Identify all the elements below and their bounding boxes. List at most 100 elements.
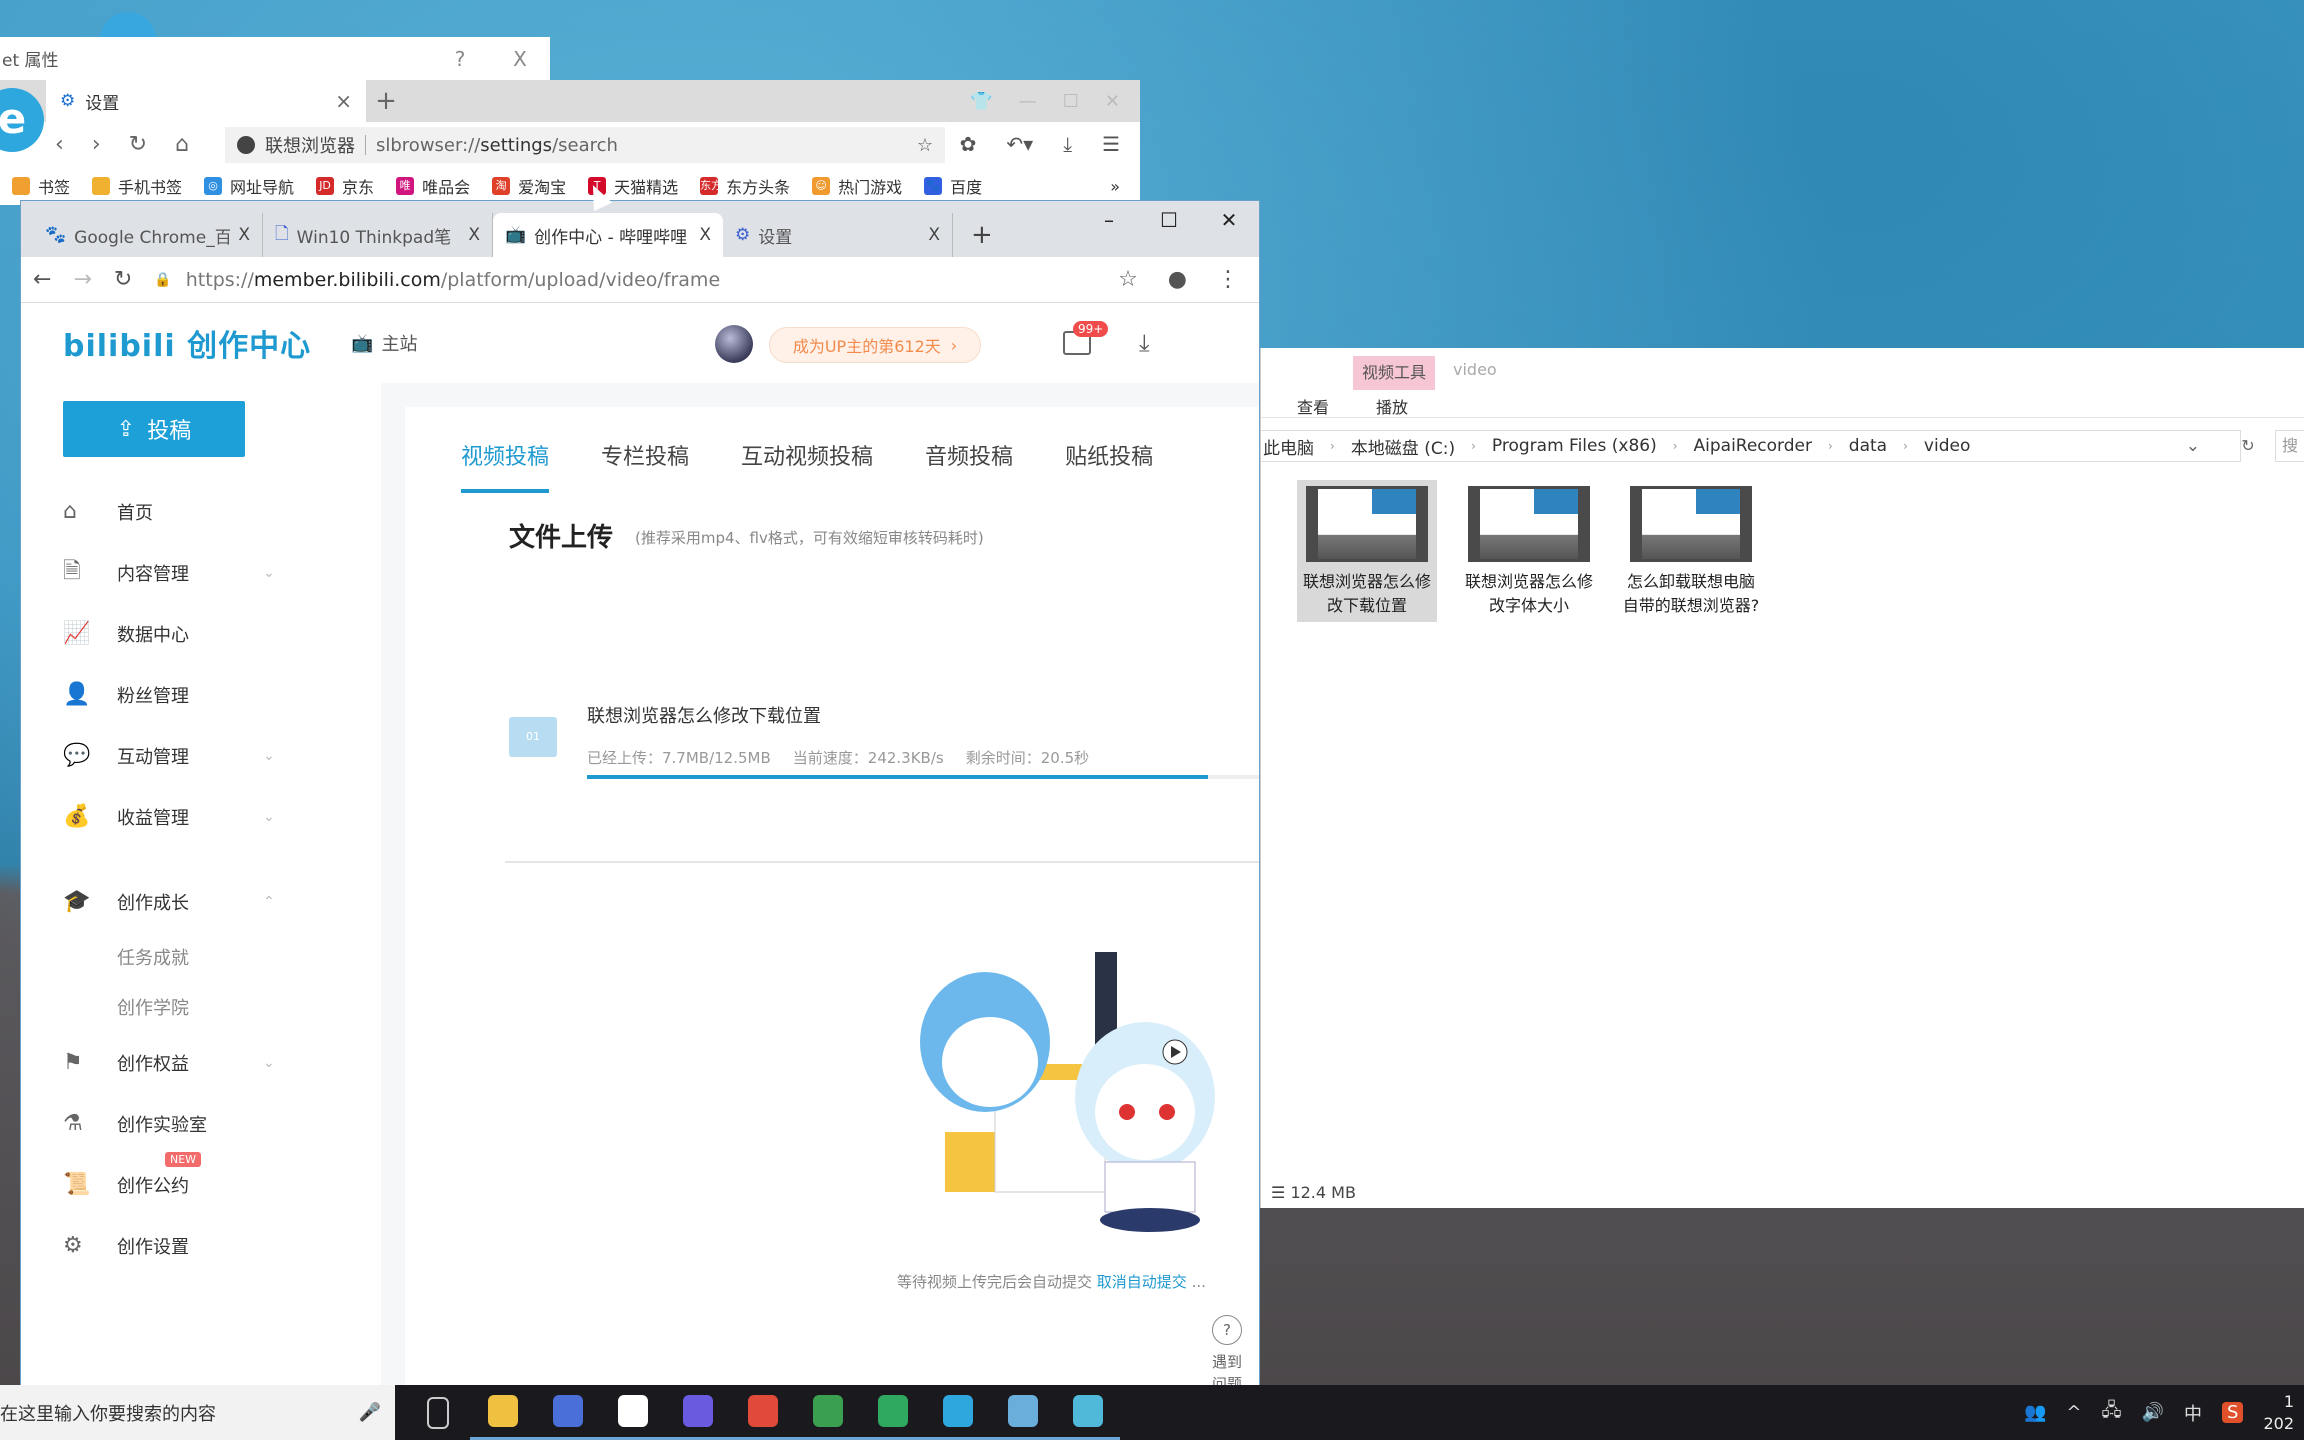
file-item[interactable]: 怎么卸载联想电脑自带的联想浏览器? (1621, 480, 1761, 622)
bookmark-item[interactable]: 手机书签 (92, 174, 182, 198)
tab-close-icon[interactable]: X (928, 225, 940, 245)
sidebar-item[interactable]: 👤 粉丝管理 (63, 664, 283, 725)
taskbar-app-screen-recorder[interactable] (665, 1385, 730, 1440)
breadcrumb-item[interactable]: AipaiRecorder (1694, 436, 1812, 456)
post-type-tab[interactable]: 互动视频投稿 (741, 439, 873, 471)
refresh-icon[interactable]: ↻ (2233, 430, 2263, 462)
tray-chevron-icon[interactable]: ^ (2066, 1402, 2081, 1423)
close-button[interactable]: ✕ (1199, 201, 1259, 241)
post-type-tab[interactable]: 贴纸投稿 (1065, 439, 1153, 471)
avatar[interactable] (715, 325, 753, 363)
taskbar-app-baidu-netdisk[interactable] (600, 1385, 665, 1440)
chrome-tab[interactable]: 🐾 Google Chrome_百 X (33, 213, 263, 257)
back-button[interactable]: ‹ (55, 132, 64, 157)
tab-close-icon[interactable]: X (468, 225, 480, 245)
bookmark-item[interactable]: ☺ 热门游戏 (812, 174, 902, 198)
post-type-tab[interactable]: 视频投稿 (461, 439, 550, 493)
sidebar-subitem[interactable]: 创作学院 (63, 982, 283, 1032)
post-button[interactable]: ⇪ 投稿 (63, 401, 245, 457)
ribbon-tab-play[interactable]: 播放 (1376, 394, 1408, 418)
clock[interactable]: 1 202 (2263, 1391, 2294, 1435)
close-button[interactable]: ✕ (1105, 91, 1120, 112)
bookmarks-more-button[interactable]: » (1110, 177, 1140, 196)
breadcrumb-item[interactable]: 本地磁盘 (C:) (1351, 434, 1455, 459)
reload-button[interactable]: ↻ (114, 267, 132, 292)
taskbar-app-chrome-2[interactable] (795, 1385, 860, 1440)
back-button[interactable]: ← (33, 267, 51, 292)
file-item[interactable]: 联想浏览器怎么修改下载位置 (1297, 480, 1437, 622)
sidebar-item[interactable]: 🎓 创作成长 ⌃ (63, 871, 283, 932)
lenovo-tab-settings[interactable]: ⚙ 设置 × (46, 80, 366, 122)
bookmark-item[interactable]: 东方 东方头条 (700, 174, 790, 198)
ime-indicator[interactable]: 中 (2184, 1400, 2202, 1426)
post-type-tab[interactable]: 专栏投稿 (601, 439, 689, 471)
minimize-button[interactable]: – (1079, 201, 1139, 241)
profile-icon[interactable]: ● (1168, 267, 1187, 292)
tab-close-icon[interactable]: X (699, 225, 711, 245)
maximize-button[interactable]: ☐ (1063, 91, 1079, 112)
help-button[interactable]: ? 遇到问题 (1207, 1315, 1247, 1387)
microphone-icon[interactable]: 🎤 (345, 1402, 395, 1423)
sogou-icon[interactable]: S (2222, 1402, 2244, 1423)
details-view-icon[interactable]: ☰ (1271, 1183, 1285, 1202)
taskbar-app-wechat-tool[interactable] (860, 1385, 925, 1440)
menu-icon[interactable]: ☰ (1102, 132, 1120, 156)
dialog-help-button[interactable]: ? (430, 47, 490, 71)
network-icon[interactable]: 🖧 (2102, 1398, 2122, 1428)
main-site-link[interactable]: 📺 主站 (351, 330, 417, 356)
post-type-tab[interactable]: 音频投稿 (925, 439, 1013, 471)
sidebar-item[interactable]: ⚗ 创作实验室 (63, 1093, 283, 1154)
taskbar-app-wps[interactable] (535, 1385, 600, 1440)
up-days-pill[interactable]: 成为UP主的第612天 › (769, 327, 981, 363)
tab-close-icon[interactable]: X (238, 225, 250, 245)
bili-logo[interactable]: bilibili 创作中心 (63, 321, 311, 365)
sidebar-item[interactable]: 💬 互动管理 ⌄ (63, 725, 283, 786)
taskbar-app-file-explorer[interactable] (470, 1385, 535, 1440)
bookmark-item[interactable]: ◎ 网址导航 (204, 174, 294, 198)
taskbar-app-task-view[interactable] (405, 1385, 470, 1440)
bookmark-item[interactable]: 淘爱淘宝 (492, 174, 566, 198)
people-icon[interactable]: 👥 (2024, 1402, 2046, 1423)
breadcrumb-item[interactable]: 此电脑 (1263, 434, 1314, 459)
search-input[interactable]: 搜 (2275, 430, 2304, 462)
forward-button[interactable]: › (92, 132, 101, 157)
taskbar-app-chrome[interactable] (730, 1385, 795, 1440)
sidebar-item[interactable]: ⚑ 创作权益 ⌄ (63, 1032, 283, 1093)
sidebar-subitem[interactable]: 任务成就 (63, 932, 283, 982)
extensions-icon[interactable]: ✿ (960, 132, 977, 156)
bookmark-item[interactable]: JD 京东 (316, 174, 374, 198)
breadcrumb-item[interactable]: data (1849, 436, 1887, 456)
download-icon[interactable]: ⤓ (1063, 132, 1072, 156)
cancel-auto-submit-link[interactable]: 取消自动提交 (1097, 1273, 1187, 1291)
taskbar-app-notepad[interactable] (990, 1385, 1055, 1440)
ribbon-tab-view[interactable]: 查看 (1297, 394, 1329, 418)
taskbar-search[interactable]: 在这里输入你要搜索的内容 🎤 (0, 1385, 395, 1440)
taskbar-app-recycle[interactable] (1055, 1385, 1120, 1440)
chrome-tab[interactable]: 🗋 Win10 Thinkpad笔 X (263, 213, 493, 257)
sidebar-item[interactable]: 🗎 内容管理 ⌄ (63, 542, 283, 603)
bookmark-item[interactable]: 🐾 百度 (924, 174, 982, 198)
breadcrumb-item[interactable]: video (1924, 436, 1970, 456)
maximize-button[interactable]: ☐ (1139, 201, 1199, 241)
chrome-menu-icon[interactable]: ⋮ (1217, 267, 1239, 292)
sidebar-item[interactable]: 💰 收益管理 ⌄ (63, 786, 283, 847)
taskbar-app-lenovo-browser[interactable] (925, 1385, 990, 1440)
sidebar-item[interactable]: ⌂ 首页 (63, 481, 283, 542)
chrome-tab[interactable]: ⚙ 设置 X (723, 213, 953, 257)
address-dropdown-icon[interactable]: ⌄ (2186, 436, 2200, 456)
new-tab-button[interactable]: + (953, 213, 1011, 257)
volume-icon[interactable]: 🔊 (2142, 1402, 2164, 1423)
minimize-button[interactable]: — (1019, 91, 1037, 112)
home-button[interactable]: ⌂ (175, 132, 189, 157)
undo-icon[interactable]: ↶▾ (1006, 132, 1033, 156)
bookmark-star-icon[interactable]: ☆ (1118, 267, 1138, 292)
lenovo-address-bar[interactable]: 联想浏览器 slbrowser://settings/search ☆ (225, 127, 945, 163)
breadcrumb-item[interactable]: Program Files (x86) (1492, 436, 1657, 456)
sidebar-item[interactable]: 📜 创作公约 NEW (63, 1151, 283, 1215)
skin-icon[interactable]: 👕 (970, 91, 992, 112)
star-icon[interactable]: ☆ (917, 135, 933, 156)
sidebar-item[interactable]: ⚙ 创作设置 (63, 1215, 283, 1276)
bookmark-item[interactable]: 唯唯品会 (396, 174, 470, 198)
dialog-close-button[interactable]: X (490, 47, 550, 71)
reload-button[interactable]: ↻ (129, 132, 147, 157)
